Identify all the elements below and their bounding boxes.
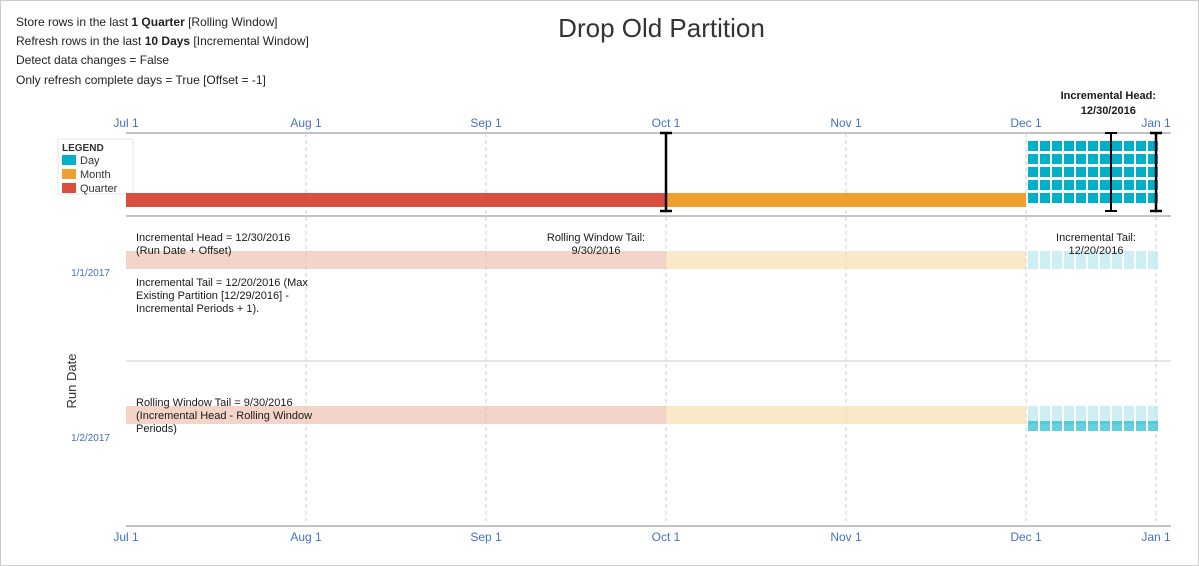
svg-text:(Incremental Head - Rolling Wi: (Incremental Head - Rolling Window xyxy=(136,410,312,422)
legend-quarter-label: Quarter xyxy=(80,183,118,195)
quarter-bar-1 xyxy=(126,193,666,207)
day-teal-squares-row2 xyxy=(1028,421,1158,431)
run-date-1-label: 1/1/2017 xyxy=(71,268,110,279)
annotation-rolling-window-tail: Rolling Window Tail: xyxy=(547,232,645,244)
legend-month-label: Month xyxy=(80,169,111,181)
axis-bottom-oct1: Oct 1 xyxy=(652,530,681,544)
axis-top-dec1: Dec 1 xyxy=(1010,116,1042,130)
page-title: Drop Old Partition xyxy=(558,13,765,44)
axis-bottom-sep1: Sep 1 xyxy=(470,530,502,544)
header-line4: Only refresh complete days = True [Offse… xyxy=(16,71,309,90)
header-line3: Detect data changes = False xyxy=(16,51,309,70)
chart-svg: Jul 1 Aug 1 Sep 1 Oct 1 Nov 1 Dec 1 Jan … xyxy=(56,111,1186,551)
legend-day-label: Day xyxy=(80,155,100,167)
header-line1: Store rows in the last 1 Quarter [Rollin… xyxy=(16,13,309,32)
annotation-incremental-tail-right: Incremental Tail: xyxy=(1056,232,1136,244)
axis-bottom-jan1: Jan 1 xyxy=(1141,530,1171,544)
month-light-bar-1 xyxy=(666,251,1026,269)
axis-bottom-nov1: Nov 1 xyxy=(830,530,862,544)
header-info: Store rows in the last 1 Quarter [Rollin… xyxy=(16,13,309,90)
svg-text:12/20/2016: 12/20/2016 xyxy=(1068,245,1123,257)
svg-text:Existing Partition [12/29/2016: Existing Partition [12/29/2016] - xyxy=(136,290,289,302)
axis-bottom-dec1: Dec 1 xyxy=(1010,530,1042,544)
axis-top-jul1: Jul 1 xyxy=(113,116,139,130)
month-bar-1 xyxy=(666,193,1026,207)
axis-top-jan1: Jan 1 xyxy=(1141,116,1171,130)
day-squares-row1 xyxy=(1028,141,1158,203)
annotation-incremental-tail: Incremental Tail = 12/20/2016 (Max xyxy=(136,277,308,289)
annotation-rolling-window-bottom: Rolling Window Tail = 9/30/2016 xyxy=(136,397,293,409)
svg-text:(Run Date + Offset): (Run Date + Offset) xyxy=(136,245,231,257)
legend-quarter-color xyxy=(62,183,76,193)
axis-top-sep1: Sep 1 xyxy=(470,116,502,130)
axis-top-oct1: Oct 1 xyxy=(652,116,681,130)
main-container: Store rows in the last 1 Quarter [Rollin… xyxy=(0,0,1199,566)
run-date-2-label: 1/2/2017 xyxy=(71,433,110,444)
svg-text:Periods): Periods) xyxy=(136,423,177,435)
axis-top-aug1: Aug 1 xyxy=(290,116,322,130)
svg-text:Incremental Periods + 1).: Incremental Periods + 1). xyxy=(136,303,259,315)
annotation-incremental-head: Incremental Head = 12/30/2016 xyxy=(136,232,290,244)
run-date-axis-label: Run Date xyxy=(64,354,79,409)
header-line2: Refresh rows in the last 10 Days [Increm… xyxy=(16,32,309,51)
legend-month-color xyxy=(62,169,76,179)
svg-text:9/30/2016: 9/30/2016 xyxy=(572,245,621,257)
month-light-bar-2 xyxy=(666,406,1026,424)
legend-title: LEGEND xyxy=(62,143,104,154)
axis-bottom-jul1: Jul 1 xyxy=(113,530,139,544)
legend-day-color xyxy=(62,155,76,165)
axis-bottom-aug1: Aug 1 xyxy=(290,530,322,544)
axis-top-nov1: Nov 1 xyxy=(830,116,862,130)
